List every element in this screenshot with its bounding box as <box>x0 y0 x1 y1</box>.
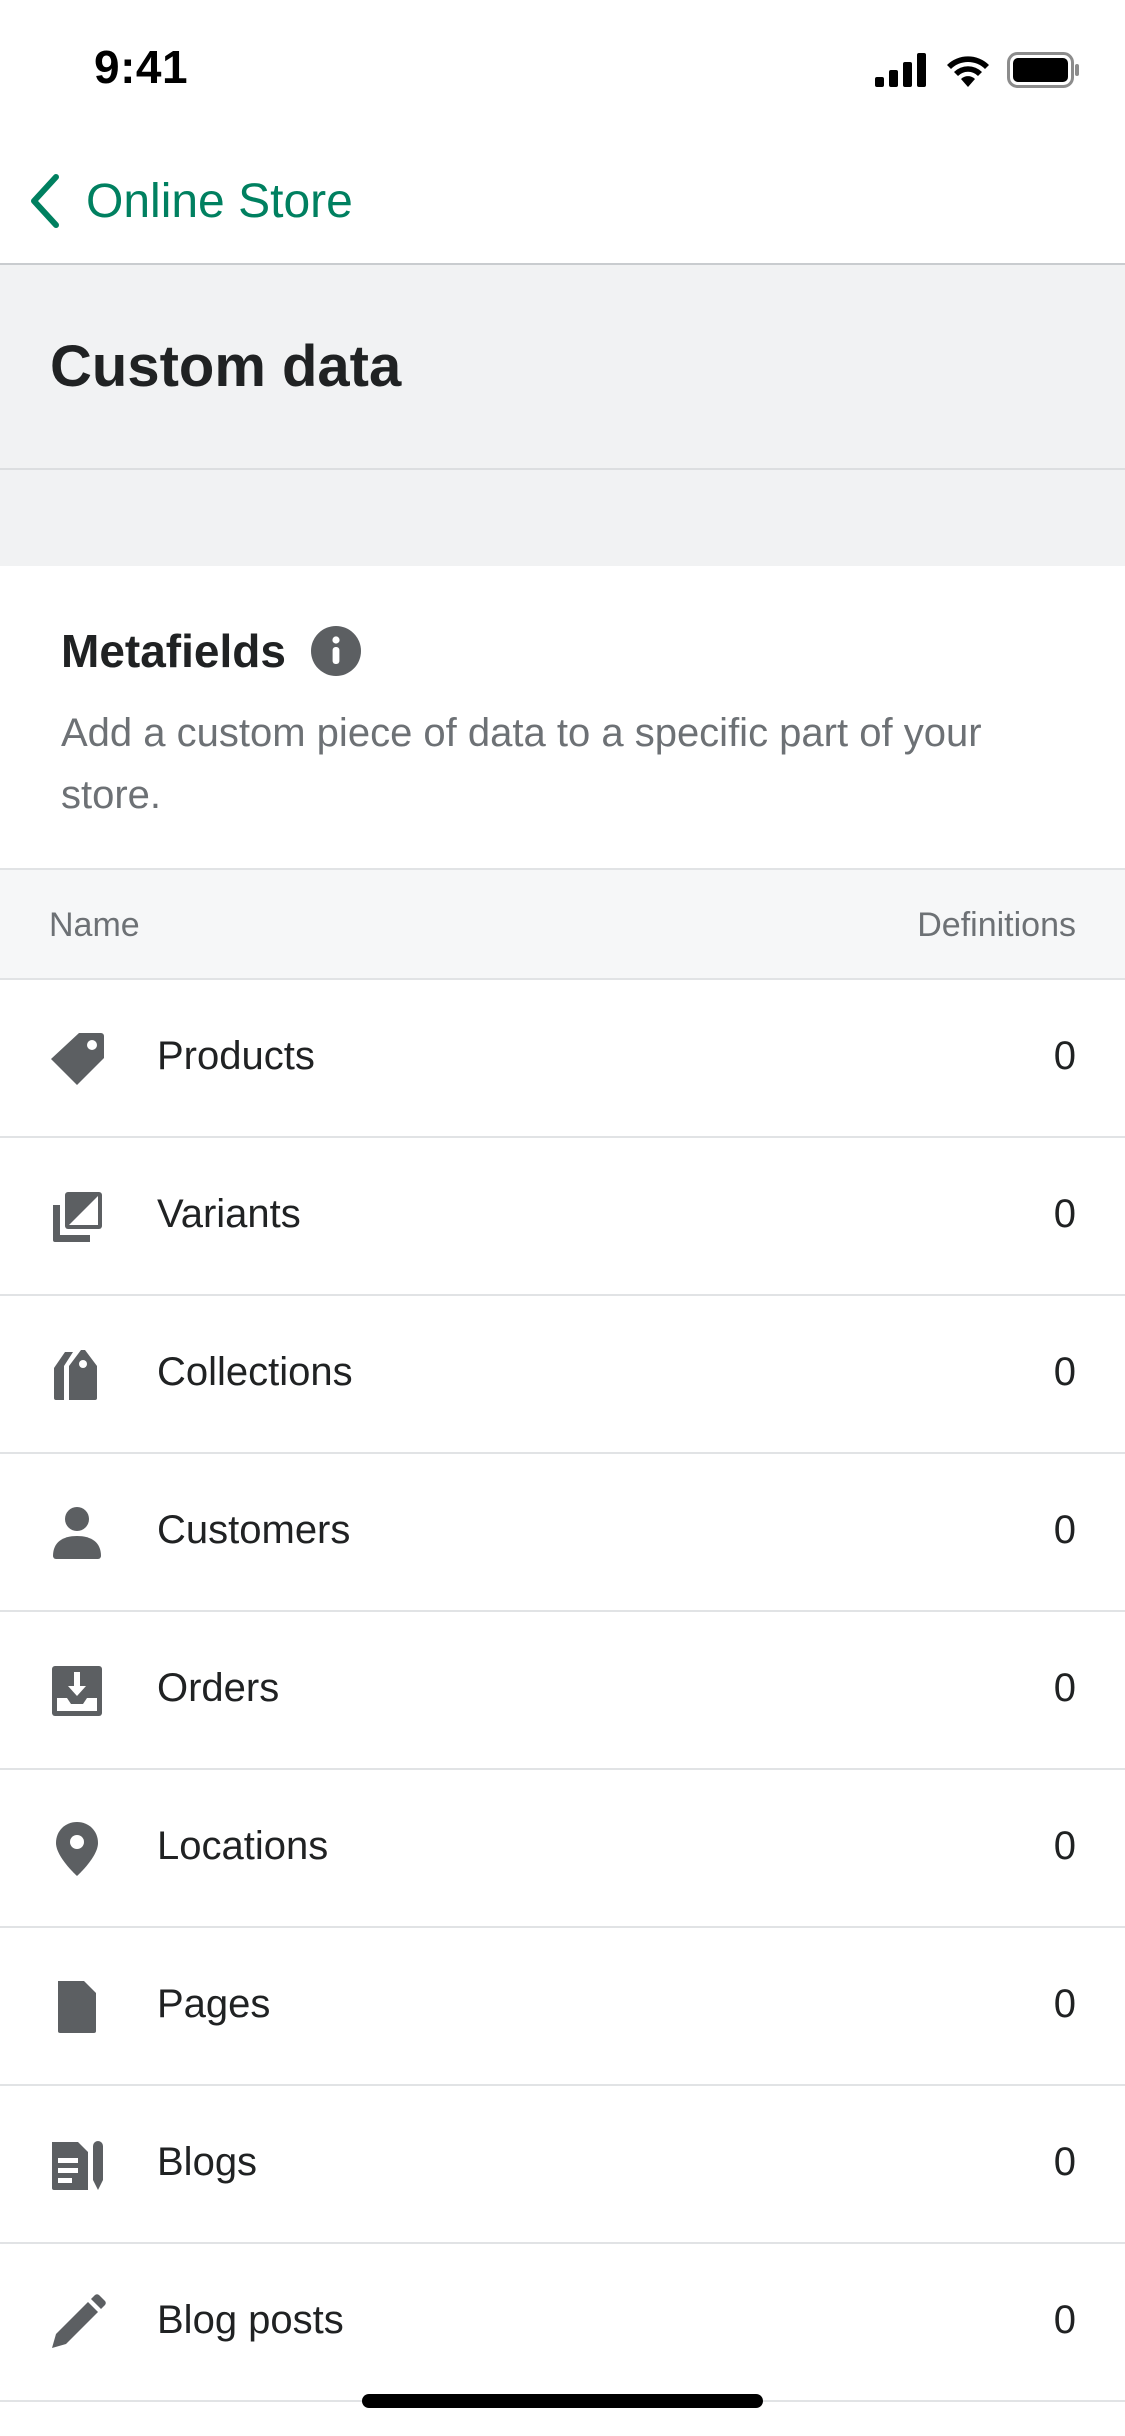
tag-icon <box>48 1030 106 1088</box>
row-orders[interactable]: Orders 0 <box>0 1612 1125 1770</box>
row-variants[interactable]: Variants 0 <box>0 1138 1125 1296</box>
row-label: Blog posts <box>157 2298 344 2342</box>
battery-icon <box>1007 52 1079 88</box>
wifi-icon <box>947 56 989 87</box>
status-bar: 9:41 <box>0 0 1125 140</box>
row-count: 0 <box>1053 1350 1076 1394</box>
info-icon[interactable] <box>310 625 362 677</box>
row-blog-posts[interactable]: Blog posts 0 <box>0 2244 1125 2402</box>
metafields-description: Add a custom piece of data to a specific… <box>61 711 982 817</box>
row-count: 0 <box>1053 1982 1076 2026</box>
row-count: 0 <box>1053 2140 1076 2184</box>
page-title: Custom data <box>50 334 402 399</box>
back-button[interactable]: Online Store <box>24 166 353 236</box>
row-count: 0 <box>1053 2298 1076 2342</box>
row-count: 0 <box>1053 1034 1076 1078</box>
status-icons <box>875 50 1081 90</box>
customer-icon <box>48 1504 106 1562</box>
chevron-left-icon <box>31 174 59 228</box>
metafields-title: Metafields <box>61 625 286 677</box>
variants-icon <box>48 1188 106 1246</box>
row-count: 0 <box>1053 1824 1076 1868</box>
row-label: Products <box>157 1034 315 1078</box>
metafields-card: Metafields Add a custom piece of data to… <box>0 566 1125 2436</box>
column-header-definitions: Definitions <box>917 906 1076 944</box>
navigation-bar: Online Store <box>0 140 1125 265</box>
home-indicator[interactable] <box>362 2394 763 2408</box>
page-icon <box>48 1978 106 2036</box>
blog-icon <box>48 2136 106 2194</box>
metafields-header: Metafields <box>61 624 362 678</box>
table-header: Name Definitions <box>0 868 1125 980</box>
row-collections[interactable]: Collections 0 <box>0 1296 1125 1454</box>
row-label: Pages <box>157 1982 271 2026</box>
row-count: 0 <box>1053 1192 1076 1236</box>
section-spacer <box>0 470 1125 566</box>
row-customers[interactable]: Customers 0 <box>0 1454 1125 1612</box>
row-label: Locations <box>157 1824 329 1868</box>
location-pin-icon <box>48 1820 106 1878</box>
orders-inbox-icon <box>48 1662 106 1720</box>
pencil-icon <box>48 2294 106 2352</box>
back-label: Online Store <box>86 174 353 228</box>
row-products[interactable]: Products 0 <box>0 980 1125 1138</box>
row-label: Collections <box>157 1350 353 1394</box>
row-label: Customers <box>157 1508 351 1552</box>
row-count: 0 <box>1053 1666 1076 1710</box>
row-locations[interactable]: Locations 0 <box>0 1770 1125 1928</box>
row-label: Orders <box>157 1666 280 1710</box>
row-label: Variants <box>157 1192 301 1236</box>
cellular-signal-icon <box>875 53 926 87</box>
collections-icon <box>48 1346 106 1404</box>
row-label: Blogs <box>157 2140 258 2184</box>
row-count: 0 <box>1053 1508 1076 1552</box>
row-blogs[interactable]: Blogs 0 <box>0 2086 1125 2244</box>
column-header-name: Name <box>49 906 140 944</box>
row-pages[interactable]: Pages 0 <box>0 1928 1125 2086</box>
status-time: 9:41 <box>94 41 189 93</box>
metafields-list: Products 0 Variants 0 Collections 0 Cust… <box>0 980 1125 2402</box>
page-header: Custom data <box>0 265 1125 470</box>
